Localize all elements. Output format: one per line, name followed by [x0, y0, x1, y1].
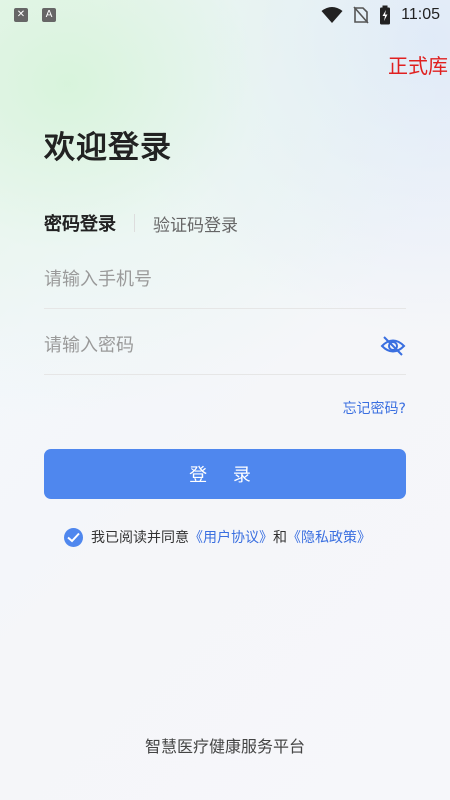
agreement-row: 我已阅读并同意 《用户协议》 和 《隐私政策》: [64, 527, 371, 547]
battery-charging-icon: [380, 5, 391, 25]
tab-sms-login[interactable]: 验证码登录: [153, 211, 238, 236]
wifi-icon: [321, 7, 343, 23]
agreement-checkbox[interactable]: [64, 527, 83, 547]
tab-divider: [134, 214, 135, 232]
font-a-icon: A: [42, 8, 56, 22]
login-button[interactable]: 登 录: [44, 449, 406, 499]
eye-off-icon[interactable]: [380, 334, 406, 358]
phone-field: [44, 252, 406, 309]
check-icon: [67, 532, 80, 542]
password-field: [44, 318, 406, 375]
phone-input[interactable]: [44, 264, 364, 294]
login-mode-tabs: 密码登录 验证码登录: [44, 210, 238, 236]
privacy-policy-link[interactable]: 《隐私政策》: [287, 527, 371, 547]
no-sim-icon: [353, 6, 369, 24]
password-input[interactable]: [44, 330, 364, 360]
platform-footer: 智慧医疗健康服务平台: [144, 737, 305, 756]
status-bar: ✕ A 11:05: [0, 0, 450, 32]
status-bar-system: 11:05: [321, 5, 440, 25]
tab-password-login[interactable]: 密码登录: [44, 210, 116, 236]
user-agreement-link[interactable]: 《用户协议》: [189, 527, 273, 547]
environment-tag: 正式库: [388, 54, 448, 78]
clock-time: 11:05: [401, 6, 440, 23]
status-bar-notifications: ✕ A: [14, 8, 56, 22]
page-title: 欢迎登录: [44, 130, 172, 166]
shield-icon: ✕: [14, 8, 28, 22]
forgot-password-link[interactable]: 忘记密码?: [343, 398, 406, 418]
agreement-and: 和: [273, 530, 287, 546]
agreement-prefix: 我已阅读并同意: [91, 530, 189, 546]
